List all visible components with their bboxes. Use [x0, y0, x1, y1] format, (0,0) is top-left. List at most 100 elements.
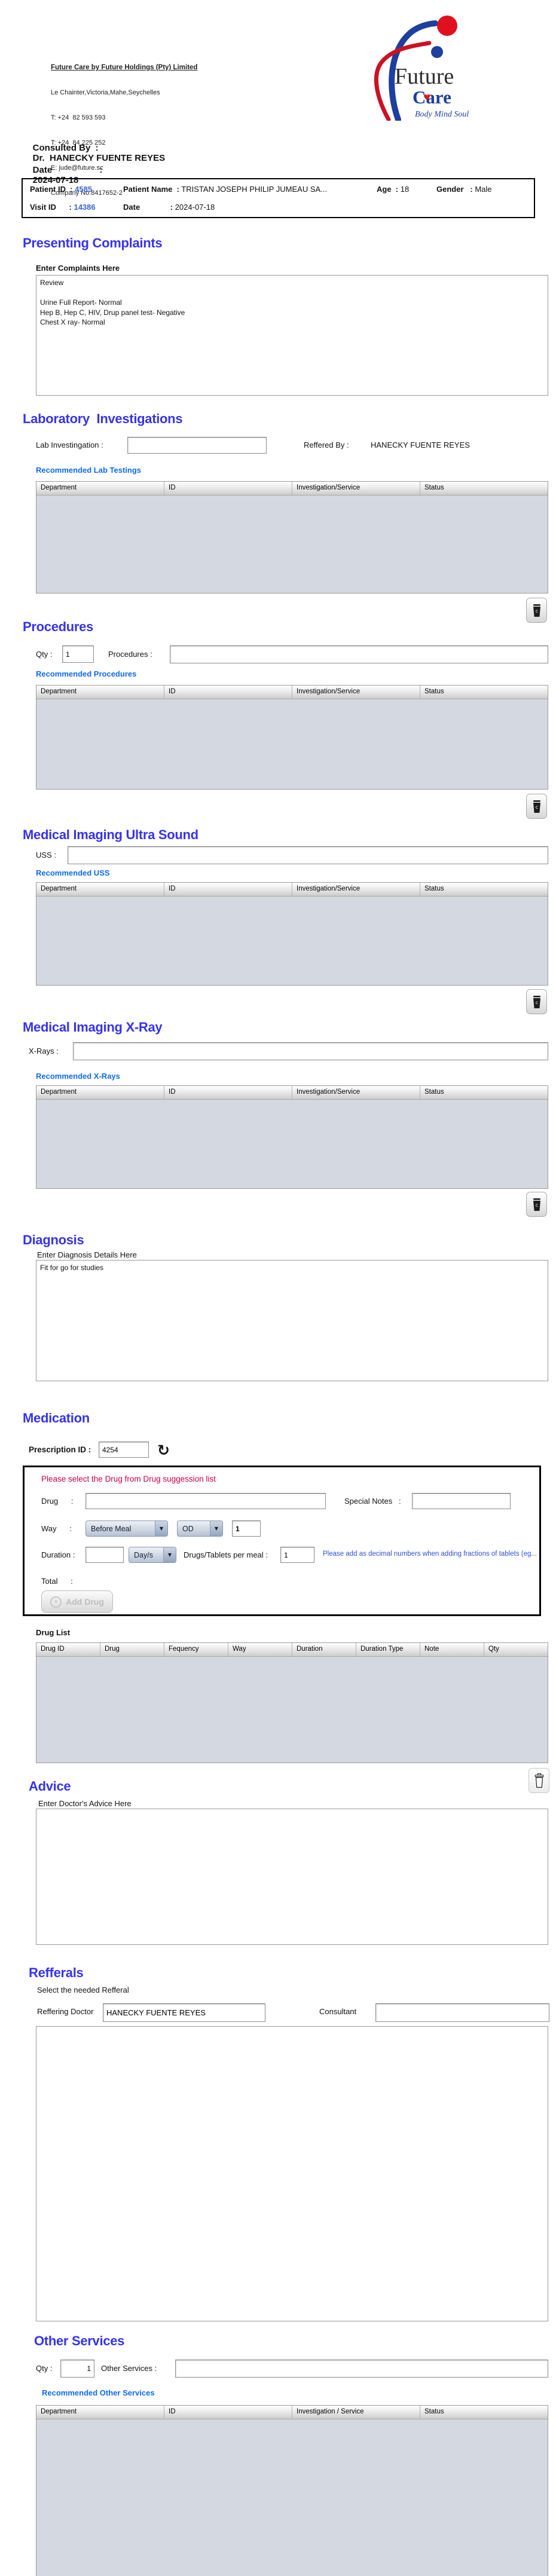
way-qty-input[interactable] — [232, 1520, 261, 1537]
recommended-other-services-link[interactable]: Recommended Other Services — [42, 2388, 155, 2397]
logo-word-future: Future — [395, 64, 454, 89]
recommended-uss-link[interactable]: Recommended USS — [36, 868, 110, 877]
uss-input[interactable] — [68, 846, 548, 864]
drug-table-header: Drug ID Drug Fequency Way Duration Durat… — [36, 1643, 548, 1657]
referring-doctor-input[interactable] — [103, 2003, 265, 2022]
refferal-row: Reffering Doctor Consultant — [37, 2003, 549, 2023]
col-note: Note — [420, 1643, 484, 1656]
other-services-qty-label: Qty : — [36, 2364, 53, 2373]
procedures-table: Department ID Investigation/Service Stat… — [36, 685, 548, 790]
col-department: Department — [36, 2406, 164, 2419]
advice-textarea[interactable] — [36, 1809, 548, 1945]
other-services-qty-input[interactable] — [60, 2360, 94, 2378]
medication-heading: Medication — [23, 1411, 90, 1425]
recommended-procedures-link[interactable]: Recommended Procedures — [36, 669, 136, 678]
uss-row: USS : — [36, 846, 548, 865]
special-notes-input[interactable] — [412, 1493, 511, 1509]
consultant-label: Consultant — [319, 2007, 357, 2016]
svg-text:c: c — [535, 1203, 537, 1208]
complaints-textarea[interactable]: Review Urine Full Report- Normal Hep B, … — [36, 275, 548, 396]
frequency-value: OD — [182, 1524, 194, 1533]
special-notes-label: Special Notes : — [344, 1497, 401, 1506]
lab-investigation-input[interactable] — [127, 437, 267, 454]
trash-icon: c — [533, 1198, 540, 1211]
uss-delete-button[interactable]: c — [526, 989, 547, 1014]
col-duration: Duration — [292, 1643, 356, 1656]
visit-date-field: Date : 2024-07-18 — [123, 203, 215, 212]
trash-icon: c — [533, 604, 540, 617]
consulted-by-label: Consulted By : — [32, 143, 99, 153]
logo-blue-dot — [431, 46, 443, 58]
total-label: Total : — [41, 1577, 73, 1586]
drug-list-delete-button[interactable] — [528, 1768, 549, 1793]
consultation-page: Future Care by Future Holdings (Pty) Lim… — [0, 0, 556, 2576]
procedures-table-body — [36, 699, 548, 789]
age-value: 18 — [400, 185, 410, 194]
complaints-sublabel: Enter Complaints Here — [36, 264, 120, 273]
xray-table-header: Department ID Investigation/Service Stat… — [36, 1086, 548, 1100]
svg-text:c: c — [535, 608, 537, 614]
svg-text:c: c — [535, 1000, 537, 1005]
consultant-input[interactable] — [375, 2003, 549, 2022]
lab-delete-button[interactable]: c — [526, 598, 547, 623]
other-services-table-header: Department ID Investigation / Service St… — [36, 2406, 548, 2419]
duration-label: Duration : — [41, 1550, 75, 1559]
col-id: ID — [164, 883, 292, 896]
patient-info-box: Patient ID : 4585 Patient Name : TRISTAN… — [22, 178, 535, 218]
frequency-select[interactable]: OD ▼ — [177, 1520, 223, 1537]
other-services-label: Other Services : — [101, 2364, 157, 2373]
ultrasound-heading: Medical Imaging Ultra Sound — [23, 827, 198, 842]
uss-label: USS : — [36, 850, 56, 859]
chevron-down-icon: ▼ — [155, 1521, 167, 1536]
duration-unit-select[interactable]: Day/s ▼ — [129, 1547, 176, 1563]
refferals-sublabel: Select the needed Refferal — [37, 1985, 129, 1994]
other-services-input[interactable] — [175, 2360, 548, 2378]
drug-input[interactable] — [85, 1493, 326, 1509]
plus-circle-icon: + — [50, 1596, 62, 1608]
company-title: Future Care by Future Holdings (Pty) Lim… — [51, 64, 198, 71]
patient-name-label: Patient Name : — [123, 185, 179, 194]
col-id: ID — [164, 482, 292, 495]
col-drug-id: Drug ID — [36, 1643, 100, 1656]
recommended-xrays-link[interactable]: Recommended X-Rays — [36, 1072, 120, 1081]
logo-word-care: Care — [413, 87, 451, 108]
patient-age-field: Age : 18 — [377, 185, 409, 194]
heart-icon: ♥ — [423, 93, 431, 103]
gender-label: Gender : — [436, 185, 473, 194]
drug-list-label: Drug List — [36, 1628, 71, 1637]
xray-input[interactable] — [73, 1042, 548, 1060]
procedures-input[interactable] — [170, 645, 548, 663]
col-status: Status — [424, 688, 444, 695]
col-status: Status — [424, 2408, 444, 2415]
procedures-qty-input[interactable] — [62, 645, 94, 663]
diagnosis-textarea[interactable]: Fit for go for studies — [36, 1260, 548, 1381]
per-meal-input[interactable] — [280, 1547, 314, 1563]
meal-time-select[interactable]: Before Meal ▼ — [85, 1520, 168, 1537]
referring-doctor-label: Reffering Doctor — [37, 2007, 94, 2016]
prescription-id-input[interactable] — [99, 1442, 149, 1458]
trash-icon: c — [533, 995, 540, 1008]
col-id: ID — [164, 1086, 292, 1099]
future-care-logo: Future Care ♥ Body Mind Soul — [374, 16, 469, 121]
col-department: Department — [36, 1086, 164, 1099]
diagnosis-heading: Diagnosis — [23, 1232, 84, 1247]
procedures-delete-button[interactable]: c — [526, 794, 547, 819]
patient-name-value: TRISTAN JOSEPH PHILIP JUMEAU SA... — [181, 185, 327, 194]
duration-input[interactable] — [85, 1547, 124, 1563]
prescription-id-label: Prescription ID : — [29, 1445, 91, 1454]
xray-heading: Medical Imaging X-Ray — [23, 1020, 163, 1035]
recommended-lab-testings-link[interactable]: Recommended Lab Testings — [36, 466, 141, 475]
xray-delete-button[interactable]: c — [526, 1192, 547, 1217]
col-qty: Qty — [488, 1645, 499, 1653]
visit-date-value: 2024-07-18 — [175, 203, 215, 212]
patient-id-field: Patient ID : 4585 — [30, 185, 92, 194]
uss-table: Department ID Investigation/Service Stat… — [36, 882, 548, 986]
add-drug-button[interactable]: + Add Drug — [41, 1590, 113, 1613]
uss-table-body — [36, 897, 548, 985]
logo-red-dot — [437, 16, 457, 36]
refresh-icon[interactable]: ↻ — [157, 1443, 170, 1458]
col-investigation-service: Investigation/Service — [292, 883, 420, 896]
patient-id-label: Patient ID : — [30, 185, 73, 194]
drug-list-table: Drug ID Drug Fequency Way Duration Durat… — [36, 1642, 548, 1763]
per-meal-label: Drugs/Tablets per meal : — [184, 1550, 268, 1559]
